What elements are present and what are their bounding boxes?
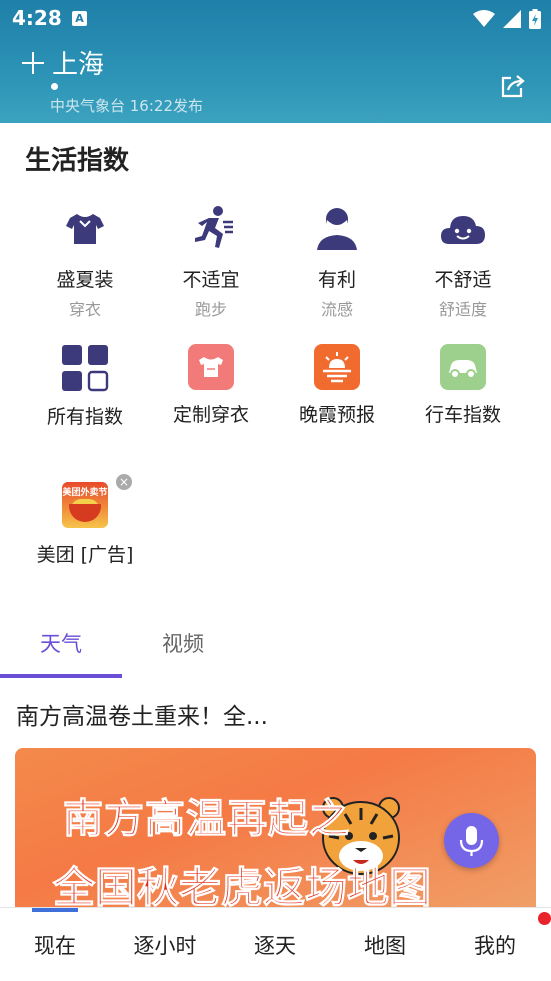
content-tabs: 天气 视频 [0, 620, 551, 680]
index-label: 舒适度 [438, 300, 487, 319]
notification-badge [538, 912, 551, 925]
custom-clothes-icon [188, 344, 234, 390]
bottom-nav: 现在 逐小时 逐天 地图 我的 [0, 907, 551, 981]
news-title[interactable]: 南方高温卷土重来！全... [16, 697, 268, 731]
index-label: 流感 [320, 300, 353, 319]
index-value: 不适宜 [182, 269, 240, 291]
index-item-running[interactable]: 不适宜 跑步 [148, 204, 274, 320]
index-label: 跑步 [194, 300, 227, 319]
tool-label: 行车指数 [424, 404, 501, 426]
status-time: 4:28 [12, 6, 62, 30]
status-icons [473, 8, 541, 30]
microphone-icon [459, 826, 484, 856]
tool-custom-clothes[interactable]: 定制穿衣 [148, 344, 274, 427]
index-value: 不舒适 [434, 269, 492, 291]
weather-app-screen: 4:28 A 上海 中央气象台 16:22发布 生活指数 盛夏装 穿衣 不适宜 … [0, 0, 551, 981]
publish-info: 中央气象台 16:22发布 [50, 97, 203, 115]
tab-weather[interactable]: 天气 [0, 628, 122, 658]
ad-label: 美团 [广告] [36, 544, 134, 566]
running-icon [187, 204, 235, 252]
tab-video[interactable]: 视频 [122, 628, 244, 658]
add-city-icon[interactable] [20, 50, 46, 76]
tab-underline [0, 674, 122, 678]
shirt-icon [61, 204, 109, 252]
status-bar: 4:28 A [0, 0, 551, 38]
tool-sunset-forecast[interactable]: 晚霞预报 [274, 344, 400, 427]
ad-bowl-shape [69, 504, 101, 522]
tool-label: 定制穿衣 [172, 404, 249, 426]
ad-meituan[interactable]: 美团外卖节 × 美团 [广告] [22, 474, 148, 567]
page-indicator-dot [51, 83, 58, 90]
grid-icon [61, 344, 109, 392]
nav-map[interactable]: 地图 [330, 930, 440, 960]
ad-image-text: 美团外卖节 [62, 488, 108, 498]
share-icon[interactable] [499, 72, 527, 100]
index-item-flu[interactable]: 有利 流感 [274, 204, 400, 320]
index-value: 盛夏装 [56, 269, 114, 291]
close-icon[interactable]: × [116, 474, 132, 490]
battery-charging-icon [529, 9, 541, 29]
banner-headline-2: 全国秋老虎返场地图 [52, 863, 432, 913]
city-selector[interactable]: 上海 [20, 44, 104, 81]
ad-image[interactable]: 美团外卖节 [62, 482, 108, 528]
mask-person-icon [313, 204, 361, 252]
city-name[interactable]: 上海 [52, 44, 104, 81]
index-item-clothing[interactable]: 盛夏装 穿衣 [22, 204, 148, 320]
tool-label: 晚霞预报 [298, 404, 375, 426]
index-value: 有利 [317, 269, 356, 291]
signal-icon [503, 10, 521, 28]
tool-all-indices[interactable]: 所有指数 [22, 344, 148, 429]
nav-daily[interactable]: 逐天 [220, 930, 330, 960]
sunset-icon [314, 344, 360, 390]
life-index-title: 生活指数 [25, 146, 130, 176]
tool-label: 所有指数 [46, 406, 123, 428]
tool-driving-index[interactable]: 行车指数 [400, 344, 526, 427]
nav-active-indicator [32, 908, 78, 912]
nav-me[interactable]: 我的 [440, 930, 550, 960]
wifi-icon [473, 10, 495, 27]
cloud-face-icon [439, 204, 487, 252]
header: 4:28 A 上海 中央气象台 16:22发布 [0, 0, 551, 123]
notification-icon: A [72, 11, 87, 26]
nav-hourly[interactable]: 逐小时 [110, 930, 220, 960]
car-icon [440, 344, 486, 390]
banner-headline-1: 南方高温再起之 [63, 796, 350, 843]
index-item-comfort[interactable]: 不舒适 舒适度 [400, 204, 526, 320]
voice-button[interactable] [444, 813, 499, 868]
nav-now[interactable]: 现在 [0, 930, 110, 960]
index-label: 穿衣 [68, 300, 101, 319]
